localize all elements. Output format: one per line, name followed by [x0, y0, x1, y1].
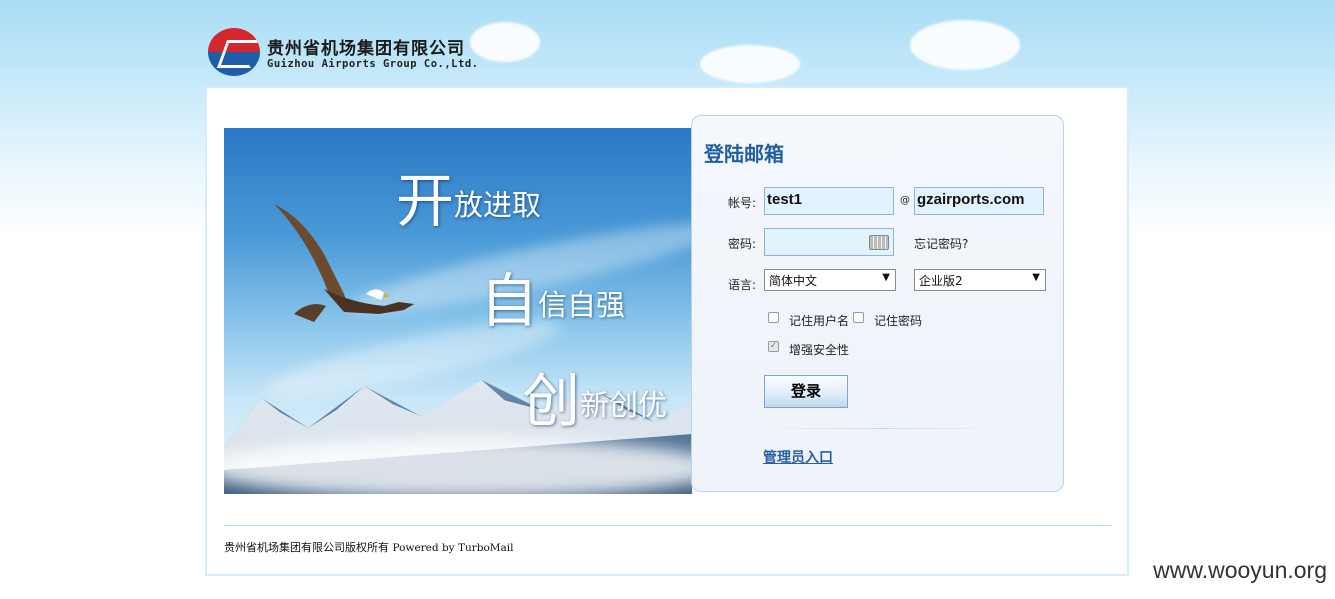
- enhance-security-checkbox[interactable]: ✓: [768, 341, 779, 352]
- account-input[interactable]: test1: [764, 187, 894, 215]
- login-title: 登陆邮箱: [704, 142, 784, 166]
- language-selected: 简体中文: [769, 274, 818, 288]
- login-button[interactable]: 登录: [764, 375, 848, 408]
- login-panel: 登陆邮箱 帐号: test1 @ gzairports.com 密码: 忘记密码…: [691, 115, 1064, 492]
- slogan-line-2: 自信自强: [480, 267, 626, 335]
- keyboard-icon[interactable]: [869, 235, 889, 250]
- logo-emblem-icon: [208, 28, 260, 76]
- slogan-line-3: 创新创优: [522, 367, 668, 435]
- slogan-line-1: 开放进取: [396, 167, 542, 235]
- edition-select[interactable]: 企业版2 ▼: [914, 269, 1046, 291]
- watermark: www.wooyun.org: [1153, 557, 1327, 583]
- footer: 贵州省机场集团有限公司版权所有 Powered by TurboMail: [224, 539, 514, 555]
- language-label: 语言:: [728, 278, 757, 292]
- footer-powered-by: Powered by TurboMail: [392, 542, 514, 554]
- chevron-down-icon: ▼: [882, 272, 890, 283]
- enhance-security-label: 增强安全性: [789, 343, 850, 357]
- account-label: 帐号:: [728, 196, 757, 210]
- remember-password-label: 记住密码: [874, 314, 923, 328]
- footer-copyright: 贵州省机场集团有限公司版权所有: [224, 541, 389, 554]
- sky-cloud: [700, 45, 800, 83]
- company-name-cn: 贵州省机场集团有限公司: [267, 39, 465, 59]
- sky-cloud: [910, 20, 1020, 70]
- forgot-password-link[interactable]: 忘记密码?: [914, 235, 968, 252]
- language-select[interactable]: 简体中文 ▼: [764, 269, 896, 291]
- password-input[interactable]: [764, 228, 894, 256]
- remember-password-checkbox[interactable]: [853, 312, 864, 323]
- divider: [762, 428, 1002, 429]
- at-sign: @: [900, 195, 910, 206]
- promo-banner: 开放进取 自信自强 创新创优: [224, 128, 692, 494]
- domain-input[interactable]: gzairports.com: [914, 187, 1044, 215]
- password-label: 密码:: [728, 237, 757, 251]
- edition-selected: 企业版2: [919, 274, 963, 288]
- remember-username-checkbox[interactable]: [768, 312, 779, 323]
- admin-entry-link[interactable]: 管理员入口: [763, 447, 833, 467]
- remember-username-label: 记住用户名: [789, 314, 850, 328]
- chevron-down-icon: ▼: [1032, 272, 1040, 283]
- company-name-en: Guizhou Airports Group Co.,Ltd.: [267, 58, 479, 70]
- footer-divider: [224, 525, 1112, 526]
- company-logo: 贵州省机场集团有限公司 Guizhou Airports Group Co.,L…: [208, 28, 498, 78]
